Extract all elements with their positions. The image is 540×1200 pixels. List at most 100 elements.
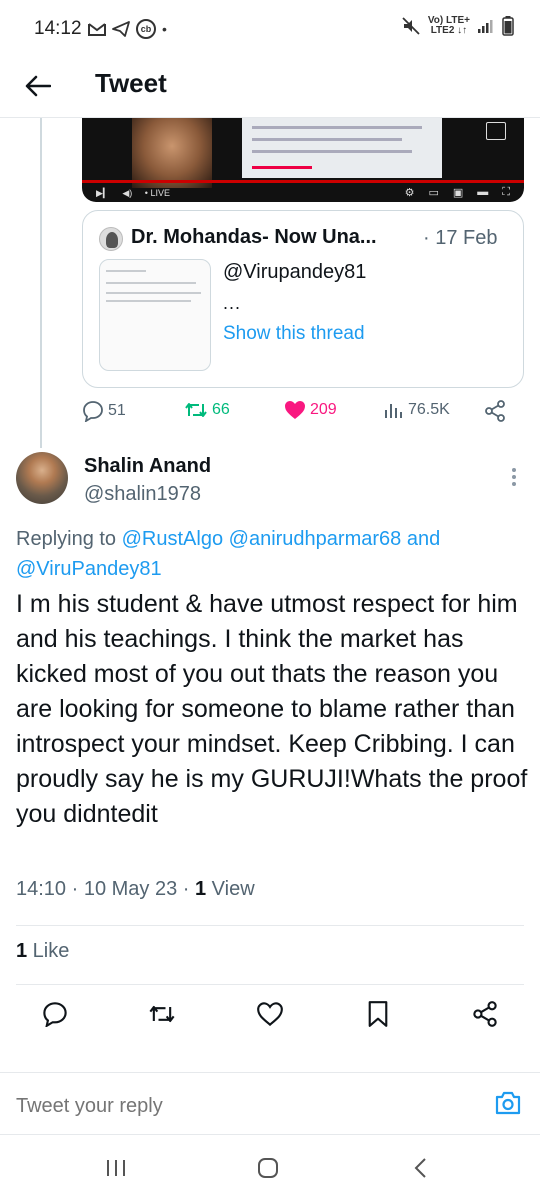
likes-summary[interactable]: 1 Like: [16, 940, 69, 963]
chevron-left-icon: [414, 1158, 426, 1178]
video-screen-row: [252, 166, 312, 169]
telegram-icon: [112, 21, 130, 37]
quoted-author-avatar[interactable]: [99, 227, 123, 251]
home-button[interactable]: [248, 1153, 288, 1183]
fullscreen-icon[interactable]: ⛶: [502, 186, 510, 199]
image-icon[interactable]: [486, 122, 506, 140]
volume-icon[interactable]: ◀): [122, 188, 132, 198]
author-name[interactable]: Shalin Anand: [84, 455, 211, 478]
tweet-body: I m his student & have utmost respect fo…: [16, 590, 528, 828]
comment-icon: [83, 401, 103, 422]
share-icon: [485, 400, 505, 422]
system-back-button[interactable]: [400, 1153, 440, 1183]
view-count: 1: [194, 878, 207, 900]
share-button[interactable]: [469, 998, 501, 1030]
thumb-text-line: [106, 282, 196, 284]
heart-icon: [257, 1002, 283, 1026]
cb-app-icon: cb: [136, 19, 156, 39]
status-system-icons: Vo) LTE+ LTE2 ↓↑: [402, 16, 514, 36]
video-progress-bar[interactable]: [82, 180, 524, 183]
system-navigation-bar: [0, 1135, 540, 1200]
like-button[interactable]: [254, 998, 286, 1030]
replying-prefix: Replying to: [16, 528, 122, 550]
mention-and: and: [401, 528, 441, 550]
previous-tweet-actions: 51 66 209 76.5K: [82, 400, 522, 430]
play-icon[interactable]: ▶▎: [96, 188, 110, 198]
quoted-tweet-handle[interactable]: @Virupandey81: [223, 261, 366, 284]
quoted-tweet-ellipsis: ...: [223, 293, 242, 313]
mute-icon: [402, 17, 420, 35]
miniplayer-icon[interactable]: ▣: [453, 186, 463, 199]
quoted-tweet-card[interactable]: Dr. Mohandas- Now Una... · 17 Feb @Virup…: [82, 210, 524, 388]
network-indicator: Vo) LTE+ LTE2 ↓↑: [428, 16, 470, 36]
divider: [16, 925, 524, 926]
heart-filled-icon: [285, 401, 305, 419]
replying-to: Replying to @RustAlgo @anirudhparmar68 a…: [16, 524, 526, 584]
retweet-icon: [185, 403, 207, 417]
divider: [0, 1072, 540, 1073]
more-options-button[interactable]: [502, 462, 526, 492]
show-thread-link[interactable]: Show this thread: [223, 323, 365, 345]
camera-button[interactable]: [494, 1090, 522, 1118]
gear-icon[interactable]: ⚙: [405, 186, 415, 199]
thumb-text-line: [106, 300, 191, 302]
likes-summary-count: 1: [16, 940, 28, 962]
network-line2: LTE2 ↓↑: [430, 25, 468, 36]
subtitles-icon[interactable]: ▭: [428, 186, 438, 199]
status-time: 14:12: [34, 18, 82, 39]
theater-icon[interactable]: ▬: [477, 186, 488, 199]
reply-count: 51: [108, 402, 126, 419]
retweet-icon: [149, 1005, 175, 1023]
tweet-meta: 14:10 · 10 May 23 · 1 View: [16, 878, 255, 901]
retweet-button[interactable]: [146, 998, 178, 1030]
video-controls-left: ▶▎ ◀) • LIVE: [96, 188, 170, 199]
comment-icon: [43, 1002, 67, 1027]
video-player[interactable]: ▶▎ ◀) • LIVE ⚙ ▭ ▣ ▬ ⛶: [82, 118, 524, 202]
bookmark-icon: [368, 1001, 388, 1027]
mention-link[interactable]: @anirudhparmar68: [229, 528, 402, 550]
reply-button[interactable]: [39, 998, 71, 1030]
reply-input[interactable]: [16, 1090, 476, 1122]
live-label: LIVE: [150, 188, 170, 198]
likes-summary-label: Like: [27, 940, 70, 962]
retweet-count: 66: [212, 401, 230, 418]
dot-icon: •: [162, 21, 167, 37]
video-screen-row: [252, 150, 412, 153]
video-screen-row: [252, 138, 402, 141]
like-count: 209: [310, 401, 337, 418]
reply-action[interactable]: 51: [82, 400, 126, 422]
recent-apps-icon: [107, 1160, 125, 1176]
video-frame-person: [132, 118, 212, 188]
author-handle[interactable]: @shalin1978: [84, 483, 201, 506]
mention-link[interactable]: @RustAlgo: [122, 528, 223, 550]
bookmark-button[interactable]: [362, 998, 394, 1030]
battery-icon: [502, 16, 514, 36]
author-avatar[interactable]: [16, 452, 68, 504]
home-icon: [258, 1158, 278, 1178]
status-notification-icons: cb •: [88, 19, 167, 39]
camera-icon: [495, 1091, 521, 1115]
views-count: 76.5K: [408, 401, 450, 418]
back-button[interactable]: [20, 68, 56, 104]
quoted-tweet-date: · 17 Feb: [423, 227, 498, 249]
quoted-tweet-thumbnail[interactable]: [99, 259, 211, 371]
status-bar: 14:12 cb • Vo) LTE+ LTE2 ↓↑: [0, 0, 540, 60]
live-dot-icon: •: [144, 188, 148, 198]
share-action[interactable]: [484, 400, 506, 422]
thumb-text-line: [106, 270, 146, 272]
quoted-author-name[interactable]: Dr. Mohandas- Now Una...: [131, 226, 377, 249]
video-screen-row: [252, 126, 422, 129]
thumb-text-line: [106, 292, 201, 294]
like-action[interactable]: 209: [284, 400, 337, 420]
more-vertical-icon: [512, 468, 516, 486]
app-header: Tweet: [0, 60, 540, 116]
retweet-action[interactable]: 66: [184, 400, 230, 420]
tweet-timestamp[interactable]: 14:10 · 10 May 23 ·: [16, 878, 195, 900]
recent-apps-button[interactable]: [96, 1153, 136, 1183]
signal-icon: [478, 20, 493, 33]
video-controls-right: ⚙ ▭ ▣ ▬ ⛶: [405, 186, 510, 199]
mention-link[interactable]: @ViruPandey81: [16, 558, 162, 580]
views-action[interactable]: 76.5K: [384, 400, 450, 420]
divider: [16, 984, 524, 985]
gmail-icon: [88, 23, 106, 36]
